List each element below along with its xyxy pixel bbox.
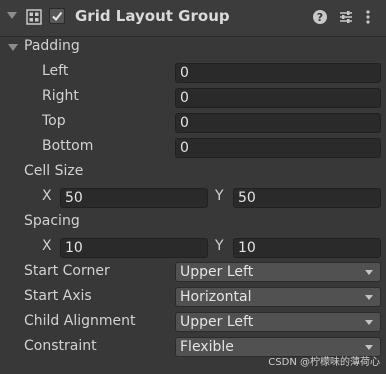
spacing-y-label[interactable]: Y xyxy=(215,238,224,254)
cell-size-y-field[interactable]: 50 xyxy=(233,188,381,208)
svg-text:?: ? xyxy=(317,11,323,24)
spacing-x-field[interactable]: 10 xyxy=(60,238,208,258)
cell-size-x-field[interactable]: 50 xyxy=(60,188,208,208)
cell-size-x-label[interactable]: X xyxy=(42,188,52,204)
more-icon[interactable] xyxy=(360,9,376,25)
padding-right-field[interactable]: 0 xyxy=(175,88,381,108)
padding-left-field[interactable]: 0 xyxy=(175,63,381,83)
preset-icon[interactable] xyxy=(338,9,354,25)
child-alignment-label: Child Alignment xyxy=(24,313,136,329)
padding-left-label: Left xyxy=(42,63,69,79)
checkmark-icon xyxy=(52,11,63,22)
foldout-arrow-icon[interactable] xyxy=(7,12,17,19)
child-alignment-value: Upper Left xyxy=(180,314,254,330)
spacing-x-label[interactable]: X xyxy=(42,238,52,254)
start-corner-dropdown[interactable]: Upper Left xyxy=(175,262,381,282)
chevron-down-icon xyxy=(365,345,373,350)
start-axis-dropdown[interactable]: Horizontal xyxy=(175,287,381,307)
help-icon[interactable]: ? xyxy=(312,9,328,25)
spacing-label: Spacing xyxy=(24,213,80,229)
padding-right-label: Right xyxy=(42,88,79,104)
constraint-value: Flexible xyxy=(180,339,234,355)
child-alignment-dropdown[interactable]: Upper Left xyxy=(175,312,381,332)
watermark: CSDN @柠檬味的薄荷心 xyxy=(268,357,380,368)
padding-foldout-arrow-icon[interactable] xyxy=(8,44,18,51)
padding-top-label: Top xyxy=(42,113,66,129)
start-corner-value: Upper Left xyxy=(180,264,254,280)
padding-bottom-label: Bottom xyxy=(42,138,94,154)
component-header: Grid Layout Group ? xyxy=(0,0,386,37)
start-axis-label: Start Axis xyxy=(24,288,92,304)
grid-layout-icon xyxy=(26,9,42,25)
enabled-checkbox[interactable] xyxy=(49,8,65,24)
chevron-down-icon xyxy=(365,295,373,300)
padding-top-field[interactable]: 0 xyxy=(175,113,381,133)
cell-size-label: Cell Size xyxy=(24,163,84,179)
cell-size-y-label[interactable]: Y xyxy=(215,188,224,204)
start-axis-value: Horizontal xyxy=(180,289,252,305)
start-corner-label: Start Corner xyxy=(24,263,110,279)
spacing-y-field[interactable]: 10 xyxy=(233,238,381,258)
component-title: Grid Layout Group xyxy=(75,7,230,25)
padding-bottom-field[interactable]: 0 xyxy=(175,138,381,158)
chevron-down-icon xyxy=(365,320,373,325)
constraint-label: Constraint xyxy=(24,338,97,354)
chevron-down-icon xyxy=(365,270,373,275)
padding-label[interactable]: Padding xyxy=(24,38,80,54)
